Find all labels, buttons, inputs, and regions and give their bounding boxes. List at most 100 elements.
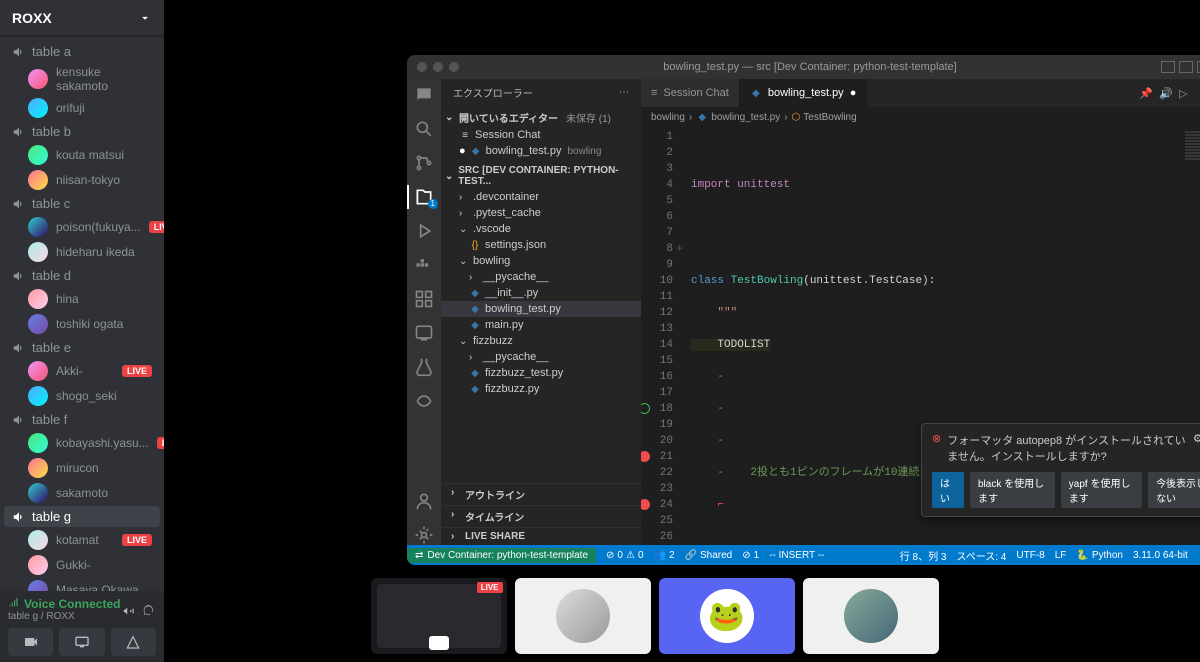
notif-black-button[interactable]: black を使用します [970, 472, 1055, 508]
voice-user[interactable]: kensuke sakamoto [4, 63, 160, 95]
tab-session-chat[interactable]: ≡Session Chat [641, 79, 740, 107]
live-badge: LIVE [149, 221, 164, 233]
voice-user[interactable]: mirucon [4, 456, 160, 480]
open-editors-header[interactable]: ⌄開いているエディター未保存 (1) [441, 108, 641, 127]
voice-user[interactable]: Gukki- [4, 553, 160, 577]
explorer-icon[interactable]: 1 [414, 187, 434, 207]
video-tile-user-2[interactable]: 🐸 [659, 578, 795, 654]
search-icon[interactable] [414, 119, 434, 139]
file-fizzbuzz-test[interactable]: ◆fizzbuzz_test.py [441, 365, 641, 381]
window-title: bowling_test.py — src [Dev Container: py… [467, 61, 1153, 73]
file-init-py[interactable]: ◆__init__.py [441, 285, 641, 301]
folder-pytest-cache[interactable]: ›.pytest_cache [441, 205, 641, 221]
cursor-position[interactable]: 行 8、列 3 [900, 548, 947, 563]
notif-later-button[interactable]: 今後表示しない [1148, 472, 1200, 508]
server-header[interactable]: ROXX [0, 0, 164, 36]
voice-user[interactable]: orifuji [4, 96, 160, 120]
pin-icon[interactable]: 📌 [1139, 87, 1151, 99]
folder-fizzbuzz[interactable]: ⌄fizzbuzz [441, 333, 641, 349]
eol[interactable]: LF [1055, 550, 1067, 561]
folder-bowling[interactable]: ⌄bowling [441, 253, 641, 269]
file-fizzbuzz-py[interactable]: ◆fizzbuzz.py [441, 381, 641, 397]
voice-channel-table-e[interactable]: table e [4, 337, 160, 358]
debug-icon[interactable] [414, 221, 434, 241]
settings-gear-icon[interactable] [414, 525, 434, 545]
voice-user[interactable]: hideharu ikeda [4, 240, 160, 264]
testing-icon[interactable] [414, 357, 434, 377]
voice-user[interactable]: toshiki ogata [4, 312, 160, 336]
audio-icon[interactable]: 🔊 [1159, 87, 1171, 99]
voice-channel-table-g[interactable]: table g [4, 506, 160, 527]
encoding[interactable]: UTF-8 [1016, 550, 1044, 561]
activity-bar: 1 [407, 79, 441, 545]
live-share-icon[interactable] [414, 391, 434, 411]
screenshare-button[interactable] [59, 628, 104, 656]
video-button[interactable] [8, 628, 53, 656]
participants-indicator[interactable]: 👥 2 [654, 550, 675, 561]
close-window-icon[interactable] [417, 62, 427, 72]
open-editor-bowling-test[interactable]: ●◆bowling_test.pybowling [441, 143, 641, 159]
more-icon[interactable]: ⋯ [432, 633, 446, 650]
remote-explorer-icon[interactable] [414, 323, 434, 343]
indentation[interactable]: スペース: 4 [956, 548, 1006, 563]
avatar [28, 433, 48, 453]
folder-vscode[interactable]: ⌄.vscode [441, 221, 641, 237]
layout-icons[interactable] [1161, 61, 1200, 73]
video-tile-user-1[interactable] [515, 578, 651, 654]
voice-user[interactable]: shogo_seki [4, 384, 160, 408]
folder-pycache-1[interactable]: ›__pycache__ [441, 269, 641, 285]
voice-user[interactable]: Akki-LIVE [4, 359, 160, 383]
file-main-py[interactable]: ◆main.py [441, 317, 641, 333]
voice-user[interactable]: hina [4, 287, 160, 311]
outline-section[interactable]: ›アウトライン [441, 483, 641, 505]
voice-channel-table-d[interactable]: table d [4, 265, 160, 286]
workspace-header[interactable]: ⌄SRC [DEV CONTAINER: PYTHON-TEST... [441, 163, 641, 189]
python-version[interactable]: 3.11.0 64-bit [1133, 550, 1188, 561]
language-mode[interactable]: 🐍 Python [1076, 550, 1123, 561]
notif-yes-button[interactable]: はい [932, 472, 964, 508]
voice-user[interactable]: sakamoto [4, 481, 160, 505]
maximize-window-icon[interactable] [449, 62, 459, 72]
viewer-indicator[interactable]: ⊘ 1 [742, 550, 759, 561]
notif-yapf-button[interactable]: yapf を使用します [1061, 472, 1142, 508]
run-icon[interactable]: ▷ [1179, 87, 1191, 99]
session-chat-icon[interactable] [414, 85, 434, 105]
open-editor-session-chat[interactable]: ≡Session Chat [441, 127, 641, 143]
problems-indicator[interactable]: ⊘ 0 ⚠ 0 [606, 550, 643, 561]
remote-indicator[interactable]: ⇄ Dev Container: python-test-template [407, 548, 596, 563]
accounts-icon[interactable] [414, 491, 434, 511]
breadcrumb[interactable]: bowling› ◆bowling_test.py› ⬡TestBowling [641, 107, 1200, 127]
voice-user[interactable]: niisan-tokyo [4, 168, 160, 192]
voice-user[interactable]: kouta matsui [4, 143, 160, 167]
voice-user[interactable]: poison(fukuya...LIVE [4, 215, 160, 239]
tab-bowling-test[interactable]: ◆bowling_test.py● [740, 79, 867, 107]
file-settings-json[interactable]: {}settings.json [441, 237, 641, 253]
activities-button[interactable] [111, 628, 156, 656]
more-icon[interactable]: ⋯ [619, 87, 629, 98]
gear-icon[interactable]: ⚙ [1193, 432, 1200, 445]
speaker-icon [12, 45, 26, 59]
video-tile-screenshare[interactable]: LIVE ⋯ [371, 578, 507, 654]
timeline-section[interactable]: ›タイムライン [441, 505, 641, 527]
extensions-icon[interactable] [414, 289, 434, 309]
notification-message: フォーマッタ autopep8 がインストールされていません。インストールします… [947, 432, 1187, 464]
noise-suppression-icon[interactable] [122, 604, 136, 618]
voice-user[interactable]: Masaya Okawa [4, 578, 160, 591]
voice-user[interactable]: kobayashi.yasu...LIVE [4, 431, 160, 455]
disconnect-icon[interactable] [142, 604, 156, 618]
folder-pycache-2[interactable]: ›__pycache__ [441, 349, 641, 365]
file-bowling-test[interactable]: ◆bowling_test.py [441, 301, 641, 317]
voice-channel-table-a[interactable]: table a [4, 41, 160, 62]
voice-channel-table-c[interactable]: table c [4, 193, 160, 214]
source-control-icon[interactable] [414, 153, 434, 173]
voice-channel-table-f[interactable]: table f [4, 409, 160, 430]
vscode-titlebar[interactable]: bowling_test.py — src [Dev Container: py… [407, 55, 1200, 79]
shared-indicator[interactable]: 🔗 Shared [685, 550, 733, 561]
voice-user[interactable]: kotamatLIVE [4, 528, 160, 552]
voice-channel-table-b[interactable]: table b [4, 121, 160, 142]
video-tile-user-3[interactable] [803, 578, 939, 654]
liveshare-section[interactable]: ›LIVE SHARE [441, 527, 641, 545]
minimize-window-icon[interactable] [433, 62, 443, 72]
folder-devcontainer[interactable]: ›.devcontainer [441, 189, 641, 205]
docker-icon[interactable] [414, 255, 434, 275]
